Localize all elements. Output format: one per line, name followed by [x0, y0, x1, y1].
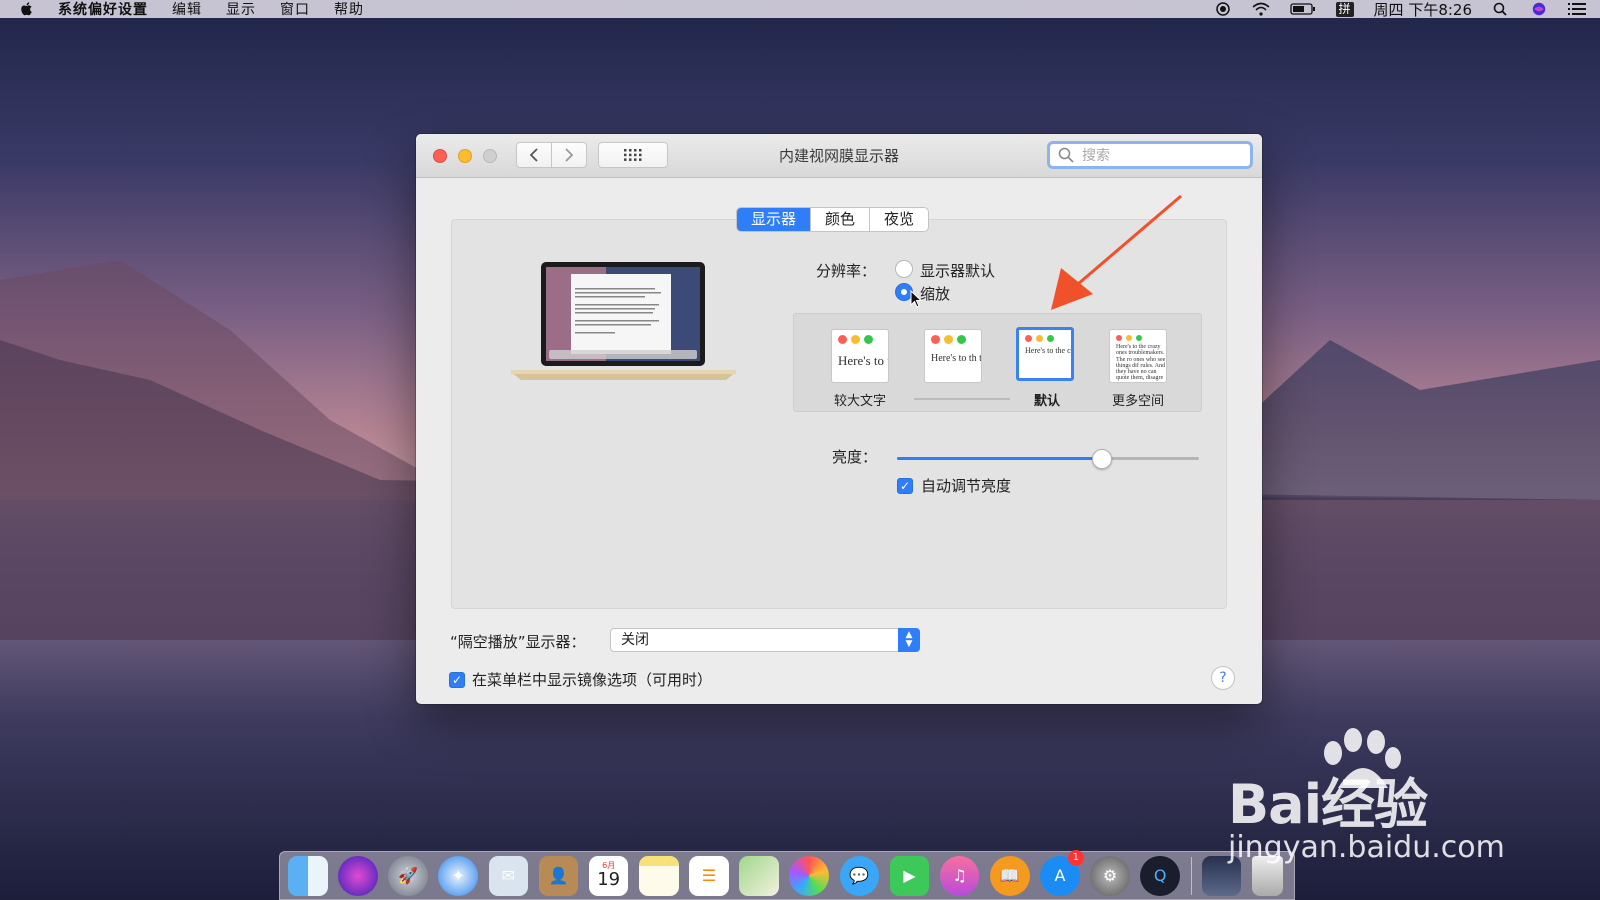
tab-bar: 显示器 颜色 夜览: [736, 207, 930, 232]
back-button[interactable]: [516, 142, 552, 168]
notification-center-icon[interactable]: [1568, 2, 1586, 16]
airplay-display-value: 关闭: [621, 632, 649, 648]
battery-icon[interactable]: [1289, 2, 1316, 16]
scale-preview-text: Here's to troublem: [838, 353, 888, 368]
tab-display[interactable]: 显示器: [737, 208, 811, 231]
display-preferences-window: 内建视网膜显示器 搜索 显示器 颜色 夜览 分辨率： 显示器默认 缩放 Here…: [416, 134, 1262, 704]
window-dots-icon: [1116, 335, 1146, 341]
menu-app-name[interactable]: 系统偏好设置: [58, 0, 148, 19]
scale-option-default[interactable]: Here's to the cr troublemakers ones who …: [1016, 327, 1074, 381]
siri-icon[interactable]: [338, 855, 378, 896]
contacts-icon[interactable]: 👤: [538, 855, 579, 896]
scale-preview-text: Here's to the crazy ones troublemakers. …: [1116, 344, 1166, 382]
watermark-brand: Bai经验: [1228, 773, 1428, 836]
siri-icon[interactable]: [1530, 2, 1548, 16]
facetime-icon[interactable]: ▶: [889, 855, 930, 896]
chevron-right-icon: [565, 148, 574, 162]
scaling-options-panel: Here's to troublem 较大文字 Here's to th tro…: [793, 313, 1202, 412]
auto-brightness-checkbox[interactable]: ✓: [897, 478, 913, 494]
resolution-label: 分辨率：: [816, 262, 877, 280]
tab-color[interactable]: 颜色: [810, 208, 869, 231]
spotlight-search-icon[interactable]: [1492, 2, 1510, 16]
brightness-slider[interactable]: [897, 457, 1199, 460]
scale-option-more-space[interactable]: Here's to the crazy ones troublemakers. …: [1109, 329, 1167, 383]
menu-view[interactable]: 显示: [226, 0, 256, 19]
scale-label-larger-text: 较大文字: [833, 394, 886, 409]
dock-separator: [1190, 856, 1192, 895]
dock: 🚀 ✦ ✉ 👤 6月 19 ☰ 💬 ▶ ♫ 📖 A1 ⚙ Q: [279, 849, 1295, 900]
auto-brightness-label[interactable]: 自动调节亮度: [921, 475, 1011, 496]
appstore-badge: 1: [1067, 849, 1084, 866]
apple-icon[interactable]: [18, 1, 36, 17]
photos-icon[interactable]: [789, 855, 830, 896]
forward-button[interactable]: [551, 142, 587, 168]
appstore-icon[interactable]: A1: [1040, 849, 1084, 896]
scale-option-larger-text[interactable]: Here's to troublem: [831, 329, 889, 383]
macbook-image: [511, 262, 736, 380]
show-all-button[interactable]: [598, 142, 668, 168]
tab-night-shift[interactable]: 夜览: [869, 208, 928, 231]
watermark-url: jingyan.baidu.com: [1228, 830, 1505, 865]
ibooks-icon[interactable]: 📖: [989, 855, 1030, 896]
search-field[interactable]: 搜索: [1047, 141, 1253, 169]
select-arrows-icon: ▲ ▼: [898, 628, 920, 652]
menu-edit[interactable]: 编辑: [172, 0, 202, 19]
window-dots-icon: [931, 335, 970, 344]
window-dots-icon: [838, 335, 877, 344]
menu-help[interactable]: 帮助: [334, 0, 364, 19]
airplay-display-select[interactable]: 关闭 ▲ ▼: [610, 628, 920, 652]
calendar-icon[interactable]: 6月 19: [588, 855, 629, 896]
input-method-indicator[interactable]: 拼: [1335, 1, 1354, 17]
resolution-scaled-label[interactable]: 缩放: [920, 283, 950, 304]
brightness-label: 亮度：: [832, 448, 878, 466]
scale-preview-text: Here's to th troublemak ones who: [931, 353, 982, 364]
reminders-icon[interactable]: ☰: [689, 855, 729, 896]
resolution-default-label[interactable]: 显示器默认: [920, 260, 995, 281]
mouse-cursor-icon: [910, 290, 922, 308]
mirroring-options-label[interactable]: 在菜单栏中显示镜像选项（可用时）: [472, 669, 712, 690]
search-icon: [1058, 147, 1074, 163]
maps-icon[interactable]: [739, 855, 779, 896]
safari-icon[interactable]: ✦: [438, 855, 479, 896]
scale-label-default: 默认: [1033, 394, 1060, 409]
screen-record-icon[interactable]: [1214, 2, 1232, 16]
system-preferences-icon[interactable]: ⚙: [1090, 855, 1130, 896]
scale-option-2[interactable]: Here's to th troublemak ones who: [924, 329, 982, 383]
resolution-default-radio[interactable]: [895, 260, 913, 278]
grid-icon: [624, 149, 642, 161]
help-button[interactable]: ?: [1211, 666, 1235, 690]
mirroring-options-checkbox[interactable]: ✓: [449, 672, 465, 688]
menu-clock[interactable]: 周四 下午8:26: [1374, 0, 1472, 20]
window-dots-icon: [1025, 335, 1058, 342]
search-placeholder: 搜索: [1082, 148, 1110, 164]
notes-icon[interactable]: [638, 855, 679, 896]
finder-icon[interactable]: [288, 855, 328, 896]
calendar-day: 19: [597, 869, 621, 890]
chevron-left-icon: [529, 148, 538, 162]
menu-bar: 系统偏好设置 编辑 显示 窗口 帮助 拼 周四 下午8:26: [0, 0, 1600, 20]
annotation-arrow-icon: [1051, 194, 1182, 310]
quicktime-icon[interactable]: Q: [1140, 855, 1181, 896]
brightness-slider-fill: [897, 457, 1103, 460]
scale-preview-text: Here's to the cr troublemakers ones who …: [1025, 346, 1074, 355]
mail-icon[interactable]: ✉: [488, 855, 529, 896]
title-bar: 内建视网膜显示器 搜索: [416, 134, 1262, 178]
scale-label-more-space: 更多空间: [1111, 394, 1164, 409]
airplay-display-label: “隔空播放”显示器：: [450, 633, 586, 651]
messages-icon[interactable]: 💬: [839, 855, 880, 896]
launchpad-icon[interactable]: 🚀: [388, 855, 428, 896]
wifi-icon[interactable]: [1252, 2, 1270, 16]
menu-window[interactable]: 窗口: [280, 0, 310, 19]
itunes-icon[interactable]: ♫: [939, 855, 980, 896]
scale-divider: [914, 398, 1010, 400]
